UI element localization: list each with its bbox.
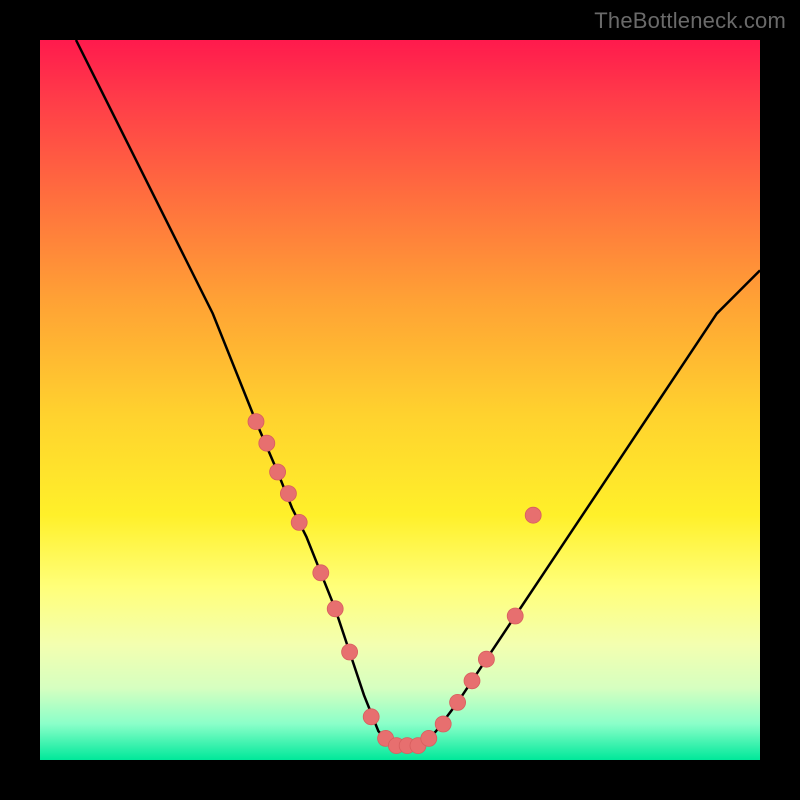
curve-marker	[280, 486, 296, 502]
chart-frame: TheBottleneck.com	[0, 0, 800, 800]
curve-marker	[248, 414, 264, 430]
curve-marker	[270, 464, 286, 480]
curve-marker	[435, 716, 451, 732]
plot-area	[40, 40, 760, 760]
curve-marker	[525, 507, 541, 523]
curve-marker	[363, 709, 379, 725]
bottleneck-curve	[76, 40, 760, 746]
curve-marker	[327, 601, 343, 617]
curve-marker	[507, 608, 523, 624]
curve-marker	[342, 644, 358, 660]
curve-marker	[464, 673, 480, 689]
curve-marker	[478, 651, 494, 667]
curve-marker	[421, 730, 437, 746]
watermark-label: TheBottleneck.com	[594, 8, 786, 34]
curve-marker	[291, 514, 307, 530]
curve-svg	[40, 40, 760, 760]
curve-marker	[313, 565, 329, 581]
marker-group	[248, 414, 541, 754]
curve-marker	[259, 435, 275, 451]
curve-marker	[450, 694, 466, 710]
